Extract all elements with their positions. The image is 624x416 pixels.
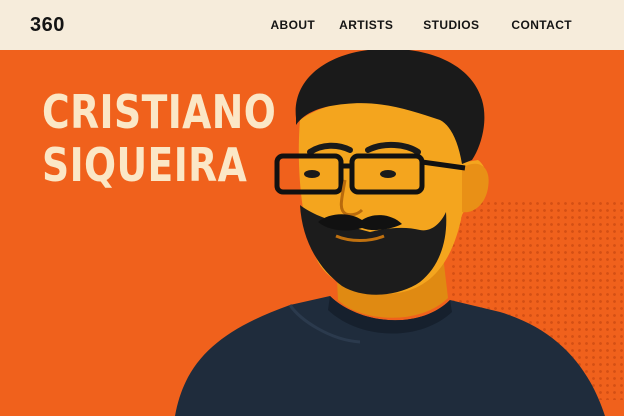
site-header: 360 ABOUT ARTISTS STUDIOS CONTACT [0, 0, 624, 50]
nav-link-about[interactable]: ABOUT [270, 18, 315, 32]
nav-link-artists[interactable]: ARTISTS [339, 18, 393, 32]
site-logo[interactable]: 360 [30, 14, 65, 37]
nav-link-contact[interactable]: CONTACT [511, 18, 572, 32]
page: 360 ABOUT ARTISTS STUDIOS CONTACT CRISTI… [0, 0, 624, 416]
main-nav: ABOUT ARTISTS STUDIOS CONTACT [270, 18, 594, 32]
ear-shape [462, 163, 489, 213]
artist-portrait-illustration [175, 50, 605, 416]
nav-link-studios[interactable]: STUDIOS [423, 18, 479, 32]
hero-section: CRISTIANO SIQUEIRA [0, 50, 624, 416]
